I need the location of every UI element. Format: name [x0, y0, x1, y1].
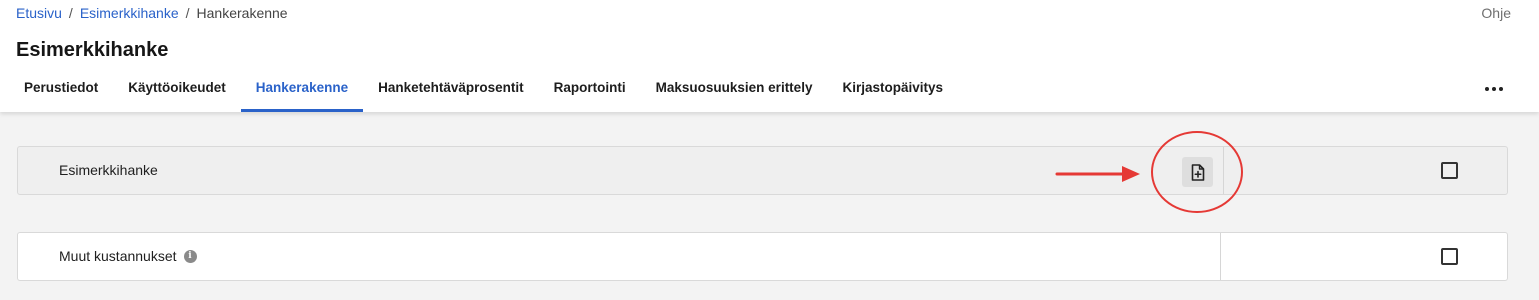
row-label: Muut kustannukset i	[59, 248, 197, 264]
page-title: Esimerkkihanke	[16, 39, 169, 61]
tab-hankerakenne[interactable]: Hankerakenne	[240, 70, 364, 112]
tab-kirjastopaivitys[interactable]: Kirjastopäivitys	[827, 70, 958, 112]
add-document-button[interactable]	[1182, 157, 1213, 187]
more-horizontal-icon[interactable]	[1485, 87, 1503, 91]
add-document-icon	[1191, 163, 1204, 181]
column-divider	[1223, 147, 1224, 194]
help-link[interactable]: Ohje	[1481, 5, 1511, 21]
breadcrumb-link-home[interactable]: Etusivu	[16, 5, 62, 21]
tab-maksuosuuksien-erittely[interactable]: Maksuosuuksien erittely	[641, 70, 828, 112]
tab-bar: Perustiedot Käyttöoikeudet Hankerakenne …	[9, 70, 958, 112]
header: Etusivu / Esimerkkihanke / Hankerakenne Ohje…	[0, 0, 1539, 112]
tab-perustiedot[interactable]: Perustiedot	[9, 70, 113, 112]
tab-kayttooikeudet[interactable]: Käyttöoikeudet	[113, 70, 241, 112]
breadcrumb-current: Hankerakenne	[196, 5, 288, 21]
tab-raportointi[interactable]: Raportointi	[539, 70, 641, 112]
breadcrumb-separator: /	[68, 5, 73, 21]
row-label-text: Muut kustannukset	[59, 248, 177, 264]
breadcrumb-link-project[interactable]: Esimerkkihanke	[80, 5, 179, 21]
info-icon[interactable]: i	[183, 249, 197, 263]
column-divider	[1220, 233, 1221, 280]
row-checkbox[interactable]	[1441, 248, 1458, 265]
tab-hanketehtavaprosentit[interactable]: Hanketehtäväprosentit	[363, 70, 539, 112]
row-label-text: Esimerkkihanke	[59, 162, 158, 178]
row-label: Esimerkkihanke	[59, 162, 158, 178]
row-checkbox[interactable]	[1441, 162, 1458, 179]
structure-row-project: Esimerkkihanke	[17, 146, 1508, 195]
breadcrumb-separator: /	[185, 5, 190, 21]
breadcrumb: Etusivu / Esimerkkihanke / Hankerakenne	[16, 5, 288, 21]
structure-row-other-costs: Muut kustannukset i	[17, 232, 1508, 281]
